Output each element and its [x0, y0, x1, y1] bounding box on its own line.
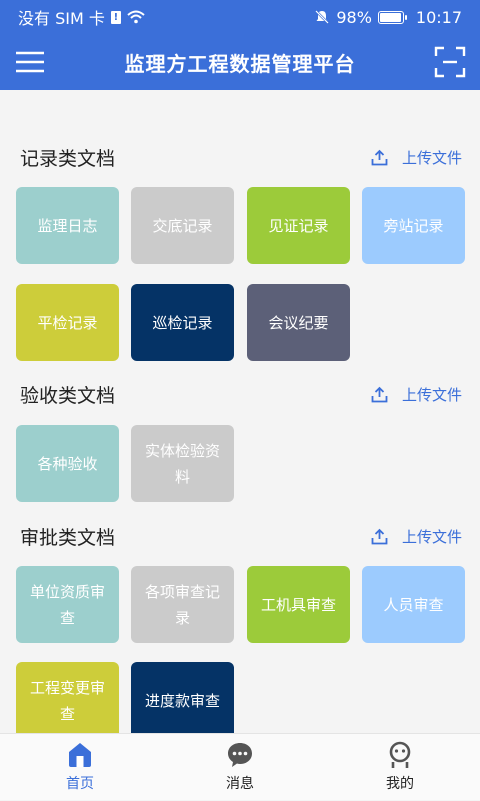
tile-label: 各项审查记录	[144, 582, 220, 627]
upload-icon	[371, 528, 388, 544]
tile-label: 工程变更审查	[29, 678, 105, 723]
nav-home[interactable]: 首页	[20, 734, 140, 801]
battery-icon	[377, 10, 407, 24]
tile-qualification-review[interactable]: 单位资质审查	[16, 566, 119, 643]
upload-file-button[interactable]: 上传文件	[371, 384, 462, 405]
nav-messages[interactable]: 消息	[180, 734, 300, 801]
carrier-text: 没有 SIM 卡	[18, 9, 105, 28]
tile-label: 监理日志	[37, 216, 98, 235]
app-bar: 监理方工程数据管理平台	[0, 34, 480, 90]
tile-label: 工机具审查	[260, 595, 336, 614]
tile-label: 进度款审查	[144, 691, 220, 710]
battery-percent: 98%	[336, 7, 372, 27]
upload-icon	[371, 386, 388, 402]
tile-equipment-review[interactable]: 工机具审查	[247, 566, 350, 643]
wifi-icon	[127, 10, 145, 24]
upload-label: 上传文件	[401, 385, 462, 404]
scan-icon[interactable]	[434, 46, 466, 78]
tile-label: 巡检记录	[152, 313, 213, 332]
tile-progress-payment-review[interactable]: 进度款审查	[131, 662, 234, 733]
tile-witness-record[interactable]: 见证记录	[247, 187, 350, 264]
chat-icon	[228, 743, 252, 767]
tile-label: 会议纪要	[268, 313, 329, 332]
tile-label: 见证记录	[268, 216, 329, 235]
tile-briefing-record[interactable]: 交底记录	[131, 187, 234, 264]
tile-label: 交底记录	[152, 216, 213, 235]
upload-icon	[371, 149, 388, 165]
tile-onsite-record[interactable]: 旁站记录	[362, 187, 465, 264]
sim-alert-icon: !	[110, 10, 121, 24]
section-title: 审批类文档	[20, 526, 116, 549]
tile-supervision-log[interactable]: 监理日志	[16, 187, 119, 264]
upload-label: 上传文件	[401, 148, 462, 167]
upload-label: 上传文件	[401, 527, 462, 546]
nav-label: 我的	[386, 776, 414, 792]
tile-patrol-record[interactable]: 巡检记录	[131, 284, 234, 361]
home-icon	[69, 743, 91, 767]
tile-various-acceptance[interactable]: 各种验收	[16, 425, 119, 502]
tile-entity-inspection[interactable]: 实体检验资料	[131, 425, 234, 502]
profile-icon	[389, 741, 411, 768]
nav-profile[interactable]: 我的	[340, 734, 460, 801]
section-acceptance: 验收类文档 上传文件	[0, 376, 480, 412]
upload-file-button[interactable]: 上传文件	[371, 147, 462, 168]
tile-personnel-review[interactable]: 人员审查	[362, 566, 465, 643]
tile-label: 单位资质审查	[29, 582, 105, 627]
tile-meeting-minutes[interactable]: 会议纪要	[247, 284, 350, 361]
section-title: 记录类文档	[20, 147, 116, 170]
section-approval: 审批类文档 上传文件	[0, 518, 480, 554]
tile-change-review[interactable]: 工程变更审查	[16, 662, 119, 733]
status-bar: 没有 SIM 卡 ! 98% 10:17	[0, 0, 480, 34]
tile-label: 人员审查	[383, 595, 444, 614]
nav-label: 首页	[66, 776, 94, 792]
tile-label: 平检记录	[37, 313, 98, 332]
clock: 10:17	[415, 7, 462, 27]
tile-label: 实体检验资料	[144, 441, 220, 486]
mute-bell-icon	[315, 10, 330, 24]
upload-file-button[interactable]: 上传文件	[371, 526, 462, 547]
nav-label: 消息	[226, 776, 254, 792]
section-title: 验收类文档	[20, 384, 116, 407]
tile-label: 各种验收	[37, 454, 98, 473]
tile-parallel-test-record[interactable]: 平检记录	[16, 284, 119, 361]
page-title: 监理方工程数据管理平台	[124, 51, 356, 76]
menu-icon[interactable]	[14, 48, 46, 76]
tile-label: 旁站记录	[383, 216, 444, 235]
tile-review-records[interactable]: 各项审查记录	[131, 566, 234, 643]
bottom-nav: 首页 消息 我的	[0, 733, 480, 800]
section-records: 记录类文档 上传文件	[0, 139, 480, 175]
main-content: 记录类文档 上传文件 监理日志 交底记录 见证记录 旁站记录 平检记录 巡检记录…	[0, 90, 480, 733]
